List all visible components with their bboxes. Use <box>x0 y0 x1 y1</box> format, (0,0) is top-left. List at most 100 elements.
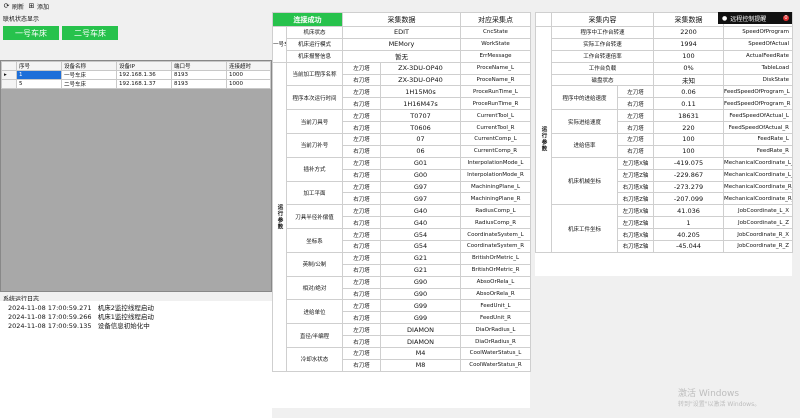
col-port[interactable]: 端口号 <box>171 61 227 71</box>
param-group-label: 当前加工程序名称 <box>286 61 343 87</box>
param-point: MechanicalCoordinate_L_Z <box>723 168 793 182</box>
cell-port[interactable]: 8193 <box>171 79 227 89</box>
param-point: JobCoordinate_L_X <box>723 204 793 218</box>
cell-ip[interactable]: 192.168.1.36 <box>116 70 172 80</box>
run-params-label: 运行参数 <box>535 26 552 253</box>
toolbar: ⟳ 刷新 ⊞ 添加 <box>0 0 275 12</box>
cell-ip[interactable]: 192.168.1.37 <box>116 79 172 89</box>
param-group-label: 机床工件坐标 <box>551 204 618 253</box>
turret-side: 右刀塔 <box>342 263 381 277</box>
turret-side: 右刀塔 <box>342 121 381 135</box>
param-point: DiskState <box>723 73 793 87</box>
param-point: JobCoordinate_L_Z <box>723 216 793 230</box>
param-group-label: 英制/公制 <box>286 251 343 277</box>
table-row: 运行参数 程序中工作台转速 2200 SpeedOfProgram <box>535 26 793 253</box>
watermark-line1: 激活 Windows <box>678 389 740 399</box>
cell-name[interactable]: 二号车床 <box>61 79 117 89</box>
param-point: SpeedOfProgram <box>723 26 793 39</box>
param-point: RadiusComp_R <box>460 216 531 230</box>
param-value: G01 <box>380 156 461 170</box>
cell-timeout[interactable]: 1000 <box>226 79 271 89</box>
table-row: 实际工作台转速 1994 SpeedOfActual <box>536 37 793 51</box>
param-group-label: 插补方式 <box>286 156 343 182</box>
param-point: JobCoordinate_R_X <box>723 228 793 242</box>
cell-port[interactable]: 8193 <box>171 70 227 80</box>
param-group-label: 当前刀具号 <box>286 109 343 135</box>
table-row[interactable]: ▸ 1 一号车床 192.168.1.36 8193 1000 <box>1 70 271 80</box>
cell-name[interactable]: 一号车床 <box>61 70 117 80</box>
param-group-label: 加工平面 <box>286 180 343 206</box>
param-value: 1994 <box>653 37 724 51</box>
cell-timeout[interactable]: 1000 <box>226 70 271 80</box>
log-entry: 2024-11-08 17:00:59.135 设备信息初始化中 <box>8 320 150 330</box>
param-point: CurrentTool_R <box>460 121 531 135</box>
col-index[interactable]: 序号 <box>16 61 62 71</box>
table-row[interactable]: 5 二号车床 192.168.1.37 8193 1000 <box>1 79 271 89</box>
param-point: FeedSpeedOfActual_L <box>723 109 793 123</box>
cell-index[interactable]: 1 <box>16 70 62 80</box>
param-value: -45.044 <box>653 240 724 253</box>
machine-2-button[interactable]: 二号车床 <box>62 26 118 40</box>
param-point: BritishOrMetric_R <box>460 263 531 277</box>
param-value: 0.11 <box>653 97 724 111</box>
param-value: DIAMON <box>380 323 461 337</box>
param-value: 2200 <box>653 26 724 39</box>
param-value: 18631 <box>653 109 724 123</box>
param-value: DIAMON <box>380 335 461 349</box>
param-point: FeedUnit_L <box>460 299 531 313</box>
turret-side: 右刀塔 <box>342 240 381 253</box>
table-row: 英制/公制 左刀塔 G21 BritishOrMetric_L <box>273 251 531 277</box>
param-value: 0% <box>653 61 724 75</box>
table-row: 程序本次运行时间 左刀塔 1H15M0s ProceRunTime_L <box>273 85 531 111</box>
param-value: 100 <box>653 133 724 146</box>
turret-side: 右刀塔X轴 <box>617 228 654 242</box>
right-col-content: 采集内容 <box>551 12 654 27</box>
table-row: 插补方式 左刀塔 G01 InterpolationMode_L <box>273 156 531 182</box>
turret-side: 右刀塔 <box>617 121 654 135</box>
remote-control-alert[interactable]: ● 远程控制提醒 0 <box>718 12 792 24</box>
cell-index[interactable]: 5 <box>16 79 62 89</box>
col-ip[interactable]: 设备IP <box>116 61 172 71</box>
turret-side: 左刀塔 <box>342 156 381 170</box>
feed-params-panel: 采集内容 采集数据 运行参数 程序中工作台转速 2200 SpeedOfProgram… <box>535 12 793 276</box>
connection-title: 联机状态显示 <box>3 16 40 23</box>
param-point: CurrentComp_L <box>460 133 531 146</box>
turret-side: 右刀塔 <box>617 144 654 158</box>
windows-watermark: 激活 Windows 转到"设置"以激活 Windows。 <box>678 386 760 408</box>
param-value: 未知 <box>653 73 724 87</box>
turret-side: 右刀塔 <box>342 335 381 349</box>
remote-control-icon: ● <box>722 14 728 22</box>
turret-side: 右刀塔 <box>342 311 381 325</box>
param-value: G97 <box>380 180 461 194</box>
machine-1-button[interactable]: 一号车床 <box>3 26 59 40</box>
col-name[interactable]: 设备名称 <box>61 61 117 71</box>
table-row: 坐标系 左刀塔 G54 CoordinateSystem_L <box>273 228 531 253</box>
param-value: G54 <box>380 240 461 253</box>
param-point: CoolWaterStatus_R <box>460 358 531 372</box>
table-row: 加工平面 左刀塔 G97 MachiningPlane_L <box>273 180 531 206</box>
param-point: FeedSpeedOfProgram_R <box>723 97 793 111</box>
table-row: 进给单位 左刀塔 G99 FeedUnit_L <box>273 299 531 325</box>
param-value: T0606 <box>380 121 461 135</box>
add-button[interactable]: ⊞ 添加 <box>28 2 49 11</box>
add-label: 添加 <box>37 3 50 11</box>
turret-side: 左刀塔 <box>342 204 381 218</box>
col-timeout[interactable]: 连接超时 <box>226 61 271 71</box>
mid-col-point: 对应采集点 <box>460 12 531 27</box>
param-value: -419.075 <box>653 156 724 170</box>
run-params-label: 运行参数 <box>272 61 287 372</box>
turret-side: 右刀塔 <box>342 216 381 230</box>
param-value: G40 <box>380 204 461 218</box>
add-icon: ⊞ <box>28 1 35 10</box>
param-value: M8 <box>380 358 461 372</box>
param-value: G90 <box>380 287 461 301</box>
param-value: 41.036 <box>653 204 724 218</box>
table-row: 机床机械坐标 左刀塔X轴 -419.075 MechanicalCoordinate_… <box>536 156 793 206</box>
refresh-button[interactable]: ⟳ 刷新 <box>3 2 24 11</box>
turret-side: 左刀塔 <box>342 85 381 99</box>
param-value: 1H16M47s <box>380 97 461 111</box>
param-point: JobCoordinate_R_Z <box>723 240 793 253</box>
param-point: MachiningPlane_R <box>460 192 531 206</box>
param-value: 0.06 <box>653 85 724 99</box>
param-point: FeedUnit_R <box>460 311 531 325</box>
